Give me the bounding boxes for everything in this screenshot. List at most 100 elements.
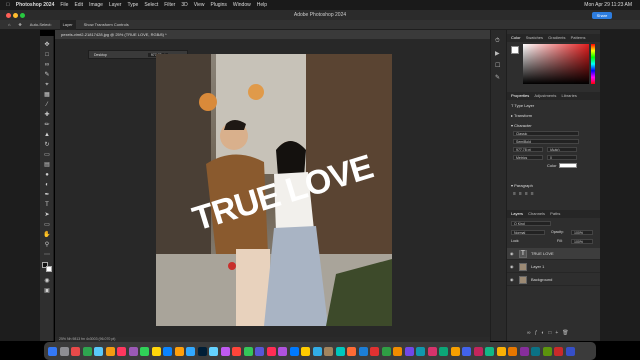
dock-app-icon[interactable] <box>439 346 448 356</box>
dock-app-icon[interactable] <box>59 346 69 356</box>
dock-app-icon[interactable] <box>554 346 563 356</box>
hue-slider[interactable] <box>591 44 595 84</box>
menu-edit[interactable]: Edit <box>74 0 83 10</box>
pen-tool-icon[interactable]: ✒ <box>43 192 51 198</box>
marquee-tool-icon[interactable]: □ <box>43 52 51 58</box>
show-transform-controls[interactable]: Show Transform Controls <box>84 20 129 30</box>
layer-row[interactable]: ◉ Layer 1 <box>507 261 601 273</box>
dock-app-icon[interactable] <box>565 346 575 356</box>
dock-app-icon[interactable] <box>278 346 287 356</box>
menu-image[interactable]: Image <box>89 0 103 10</box>
tab-channels[interactable]: Channels <box>528 211 545 216</box>
dock-app-icon[interactable] <box>209 346 218 356</box>
dock-app-icon[interactable] <box>174 346 184 356</box>
path-select-tool-icon[interactable]: ➤ <box>43 212 51 218</box>
character-section[interactable]: ▾ Character <box>511 123 532 128</box>
type-tool-icon[interactable]: T <box>43 202 51 208</box>
font-style-select[interactable]: SemiBold <box>513 139 579 144</box>
dock-app-icon[interactable] <box>312 346 322 356</box>
actions-icon[interactable]: ▶ <box>495 50 500 57</box>
dock-app-icon[interactable] <box>266 346 276 356</box>
healing-tool-icon[interactable]: ✚ <box>43 112 51 118</box>
quick-mask-icon[interactable]: ◉ <box>43 278 51 284</box>
hand-tool-icon[interactable]: ✋ <box>43 232 51 238</box>
layer-row[interactable]: ◉ T TRUE LOVE <box>507 248 601 260</box>
dock-app-icon[interactable] <box>370 346 379 356</box>
dock-app-icon[interactable] <box>416 346 425 356</box>
leading-field[interactable]: (Auto) <box>547 147 577 152</box>
lasso-tool-icon[interactable]: ∞ <box>43 62 51 68</box>
apple-icon[interactable]:  <box>6 0 10 10</box>
menu-view[interactable]: View <box>194 0 205 10</box>
tracking-field[interactable]: 0 <box>547 155 577 160</box>
font-size-field[interactable]: 977.78 pt <box>513 147 543 152</box>
crop-tool-icon[interactable]: ⌖ <box>43 82 51 88</box>
move-tool-icon[interactable]: ✥ <box>43 42 51 48</box>
dock-app-icon[interactable] <box>117 346 126 356</box>
text-color-swatch[interactable] <box>559 163 577 168</box>
dock-app-icon[interactable] <box>163 346 172 356</box>
dock-app-icon[interactable] <box>220 346 230 356</box>
background-color-swatch[interactable] <box>46 266 52 272</box>
layer-actions-icons[interactable]: ∞ƒ◐□+🗑 <box>527 330 597 336</box>
menu-file[interactable]: File <box>60 0 68 10</box>
font-family-select[interactable]: Classic <box>513 131 579 136</box>
transform-section[interactable]: ▸ Transform <box>511 113 532 118</box>
tab-adjustments[interactable]: Adjustments <box>534 93 556 98</box>
document-tab[interactable]: pexels-vimt2-21817428.jpg @ 25% (TRUE LO… <box>55 30 490 39</box>
dock-app-icon[interactable] <box>358 346 368 356</box>
dock-app-icon[interactable] <box>151 346 161 356</box>
history-brush-tool-icon[interactable]: ↻ <box>43 142 51 148</box>
gradient-tool-icon[interactable]: ▤ <box>43 162 51 168</box>
auto-select-target[interactable]: Layer <box>59 19 76 30</box>
menu-plugins[interactable]: Plugins <box>211 0 227 10</box>
dock-app-icon[interactable] <box>473 346 483 356</box>
tab-patterns[interactable]: Patterns <box>571 35 586 40</box>
auto-select-checkbox[interactable]: Auto-Select: <box>30 20 52 30</box>
dock-app-icon[interactable] <box>462 346 471 356</box>
eyedropper-tool-icon[interactable]: ⁄ <box>43 102 51 108</box>
foreground-color-chip[interactable] <box>511 46 519 54</box>
menu-layer[interactable]: Layer <box>109 0 122 10</box>
dock-app-icon[interactable] <box>381 346 391 356</box>
dock-app-icon[interactable] <box>197 346 207 356</box>
dock-app-icon[interactable] <box>140 346 149 356</box>
blend-mode-select[interactable]: Normal <box>511 230 545 235</box>
eraser-tool-icon[interactable]: ▭ <box>43 152 51 158</box>
shape-tool-icon[interactable]: ▭ <box>43 222 51 228</box>
dock-app-icon[interactable] <box>255 346 264 356</box>
menu-filter[interactable]: Filter <box>164 0 175 10</box>
dock-app-icon[interactable] <box>289 346 299 356</box>
menu-type[interactable]: Type <box>127 0 138 10</box>
dock-app-icon[interactable] <box>82 346 92 356</box>
brush-tool-icon[interactable]: ✏ <box>43 122 51 128</box>
dock-app-icon[interactable] <box>335 346 345 356</box>
fill-field[interactable]: 100% <box>571 239 593 244</box>
dock-app-icon[interactable] <box>301 346 310 356</box>
quick-select-tool-icon[interactable]: ✎ <box>43 72 51 78</box>
document-image[interactable]: TRUE LOVE <box>156 54 392 326</box>
close-window-button[interactable] <box>6 13 11 18</box>
zoom-window-button[interactable] <box>20 13 25 18</box>
brush-settings-icon[interactable]: ✎ <box>495 74 500 81</box>
layer-row[interactable]: ◉ Background <box>507 274 601 286</box>
dock-app-icon[interactable] <box>186 346 195 356</box>
color-picker-field[interactable] <box>523 44 589 84</box>
opacity-field[interactable]: 100% <box>571 230 593 235</box>
paragraph-section[interactable]: ▾ Paragraph <box>511 183 533 188</box>
dock-app-icon[interactable] <box>243 346 253 356</box>
menu-help[interactable]: Help <box>257 0 267 10</box>
menu-app-name[interactable]: Photoshop 2024 <box>16 0 55 10</box>
dock-app-icon[interactable] <box>519 346 529 356</box>
visibility-eye-icon[interactable]: ◉ <box>510 252 515 256</box>
dock-app-icon[interactable] <box>324 346 333 356</box>
layer-kind-filter[interactable]: Q Kind <box>511 221 551 226</box>
minimize-window-button[interactable] <box>13 13 18 18</box>
tab-color[interactable]: Color <box>511 35 521 40</box>
kerning-field[interactable]: Metrics <box>513 155 543 160</box>
history-icon[interactable]: ⏱ <box>495 38 500 45</box>
dock-app-icon[interactable] <box>508 346 517 356</box>
tab-swatches[interactable]: Swatches <box>526 35 543 40</box>
layer-name[interactable]: TRUE LOVE <box>531 248 554 260</box>
share-button[interactable]: Share <box>592 12 612 19</box>
